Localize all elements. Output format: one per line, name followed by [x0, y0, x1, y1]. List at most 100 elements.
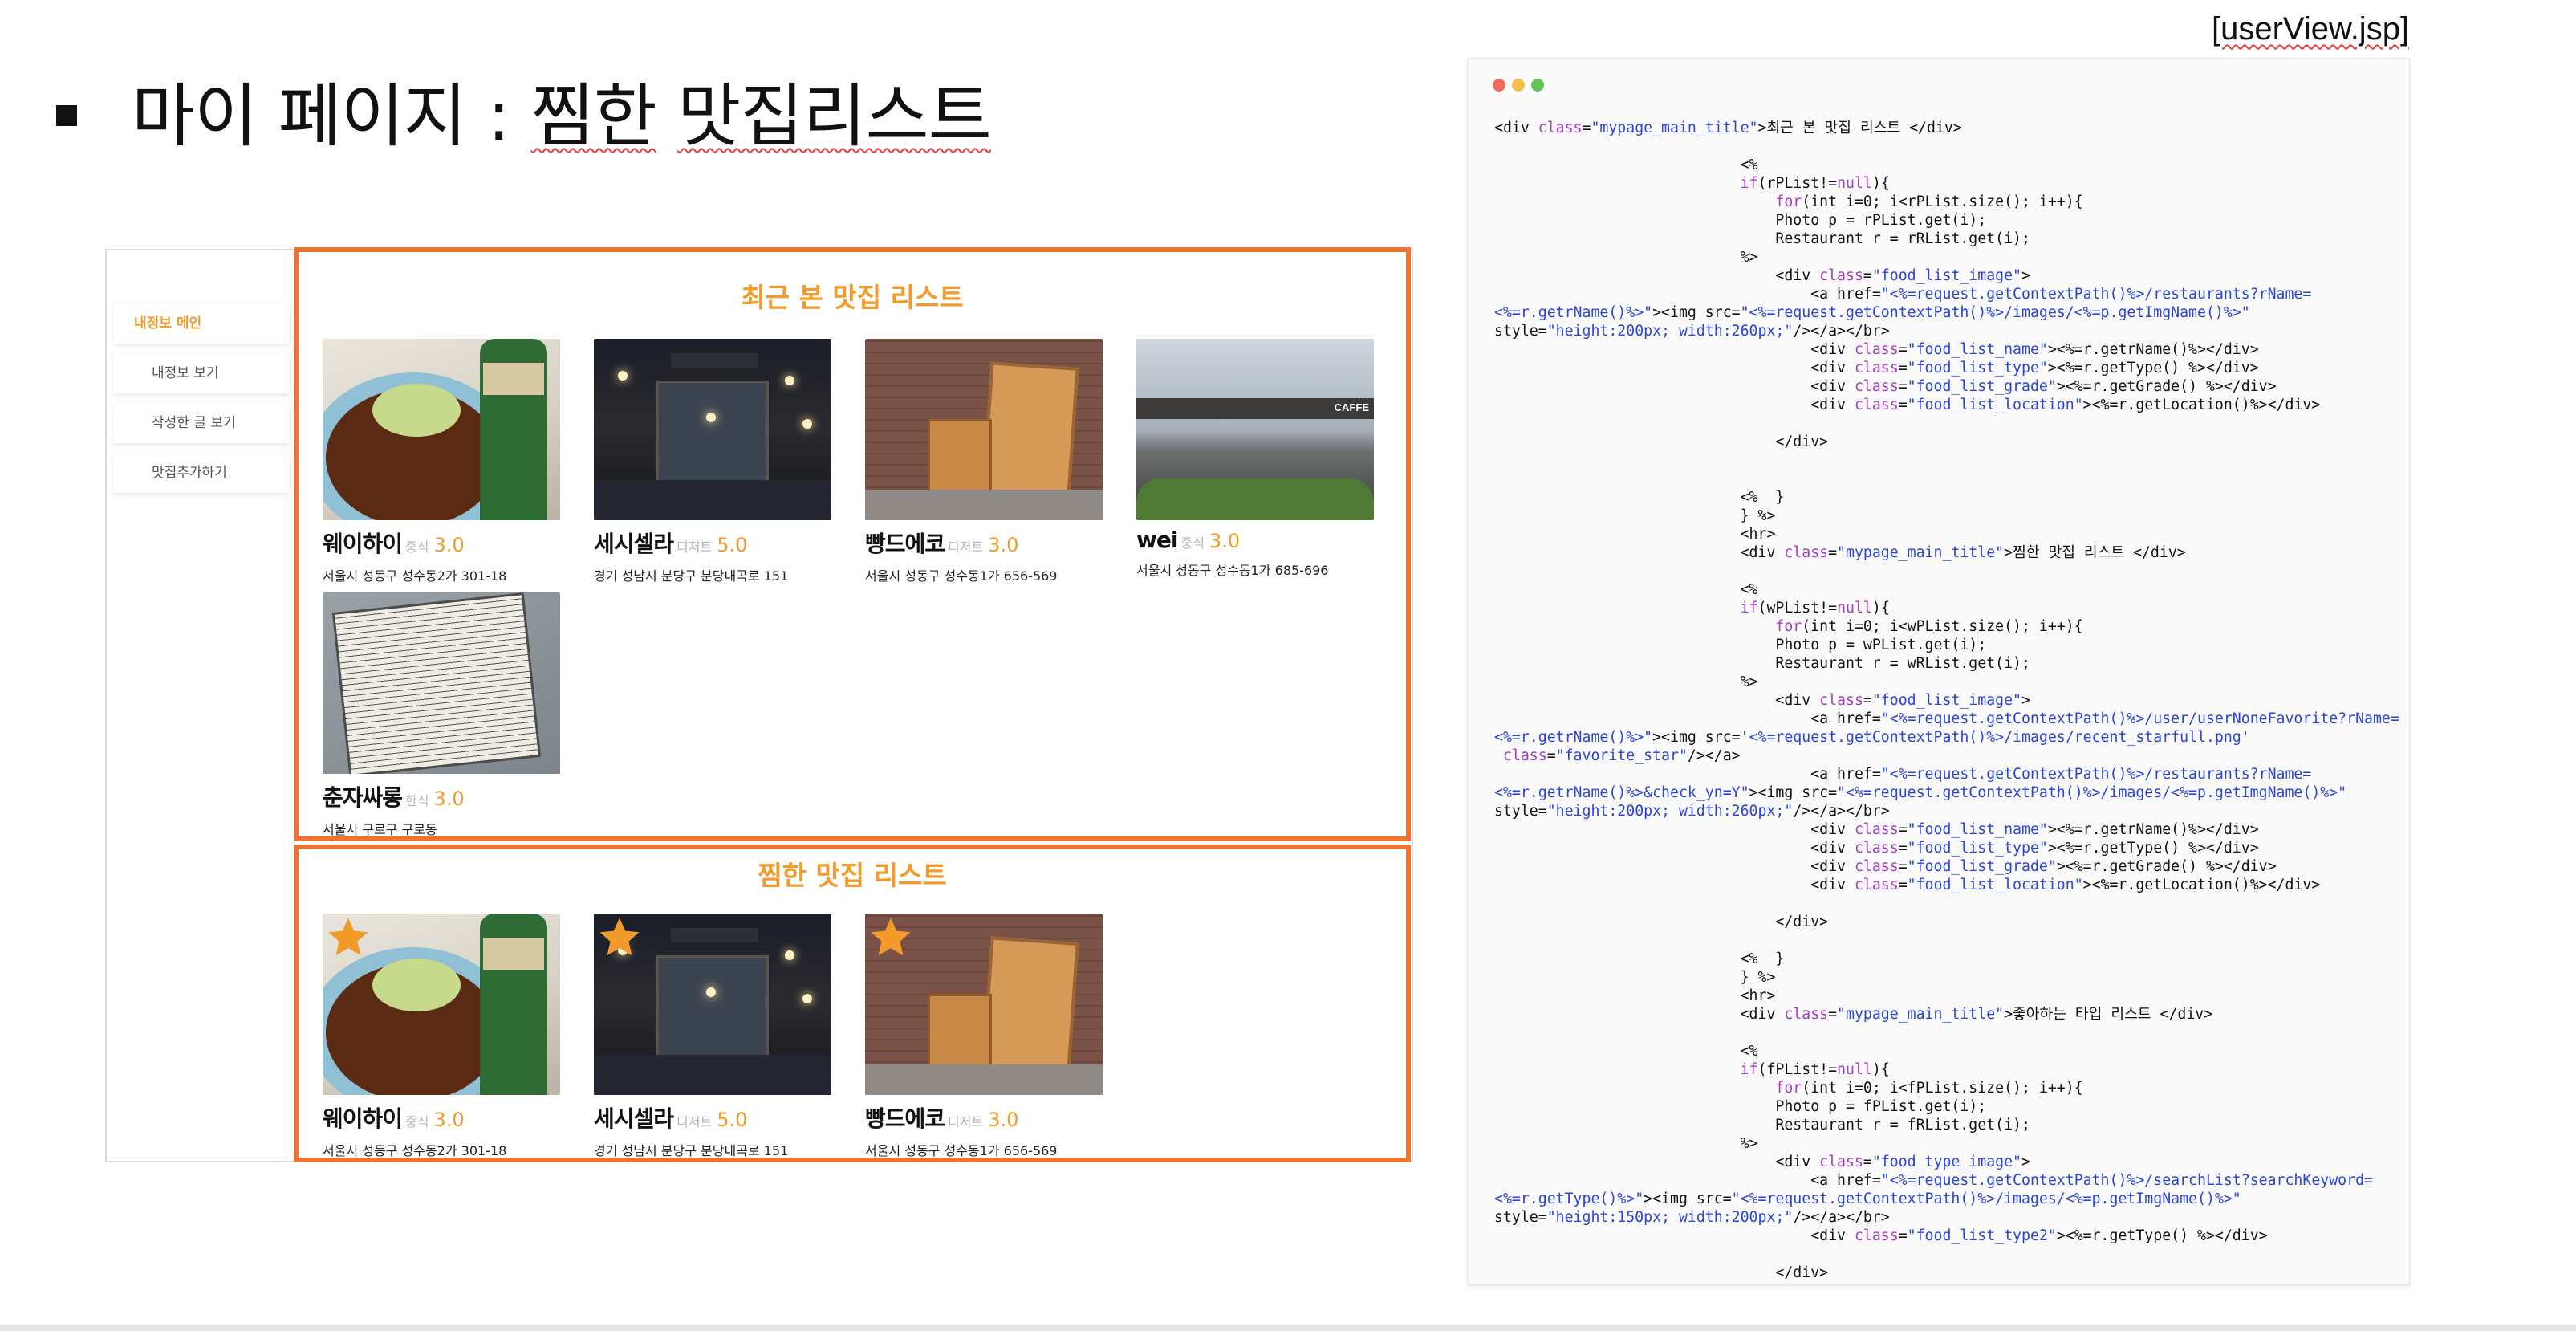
code-line: Restaurant r = wRList.get(i);: [1494, 655, 2030, 672]
restaurant-grade: 3.0: [433, 788, 465, 810]
recent-card-3[interactable]: 빵드에코 디저트 3.0 서울시 성동구 성수동1가 656-569: [865, 339, 1106, 584]
code-line: <a href="<%=request.getContextPath()%>/s…: [1494, 1172, 2373, 1189]
code-line: style="height:200px; width:260px;"/></a>…: [1494, 803, 1890, 820]
code-line: <div class="mypage_main_title">찜한 맛집 리스트…: [1494, 544, 2186, 561]
recent-card-2[interactable]: 세시셀라 디저트 5.0 경기 성남시 분당구 분당내곡로 151: [594, 339, 835, 584]
restaurant-location: 서울시 구로구 구로동: [323, 822, 437, 837]
minimize-dot-icon[interactable]: [1512, 79, 1525, 92]
window-controls: [1493, 79, 1550, 92]
bakery-photo[interactable]: [865, 339, 1103, 520]
slide-bottom-bar: [0, 1325, 2576, 1331]
restaurant-type: 한식: [405, 793, 429, 808]
code-line: <div class="mypage_main_title">좋아하는 타입 리…: [1494, 1006, 2213, 1023]
code-line: <div class="food_list_location"><%=r.get…: [1494, 877, 2321, 893]
code-line: %>: [1494, 249, 1758, 266]
restaurant-grade: 3.0: [988, 1109, 1019, 1131]
bar-photo[interactable]: [594, 339, 831, 520]
title-prefix: 마이 페이지 :: [132, 76, 531, 157]
menu-item-add-restaurant[interactable]: 맛집추가하기: [113, 453, 290, 493]
restaurant-location: 서울시 성동구 성수동1가 656-569: [865, 568, 1058, 584]
restaurant-location: 서울시 성동구 성수동2가 301-18: [323, 568, 507, 584]
code-line: <div class="food_list_grade"><%=r.getGra…: [1494, 378, 2277, 395]
restaurant-name: 빵드에코: [865, 531, 945, 557]
code-line: <div class="food_list_image">: [1494, 692, 2030, 709]
code-line: <% }: [1494, 950, 1785, 967]
zoom-dot-icon[interactable]: [1531, 79, 1544, 92]
restaurant-location: 경기 성남시 분당구 분당내곡로 151: [594, 568, 789, 584]
recent-card-1[interactable]: 웨이하이 중식 3.0 서울시 성동구 성수동2가 301-18: [323, 339, 563, 584]
code-line: </div>: [1494, 914, 1829, 930]
title-space: [656, 76, 677, 157]
food-photo[interactable]: [323, 914, 560, 1095]
code-line: <div class="food_list_type"><%=r.getType…: [1494, 840, 2259, 857]
menu-photo[interactable]: [323, 592, 560, 774]
restaurant-grade: 3.0: [1209, 530, 1241, 552]
recent-card-5[interactable]: 춘자싸롱 한식 3.0 서울시 구로구 구로동: [323, 592, 563, 838]
code-line: <hr>: [1494, 526, 1776, 543]
code-line: <%: [1494, 1043, 1758, 1060]
code-line: if(wPList!=null){: [1740, 600, 1890, 617]
recent-card-4[interactable]: CAFFE wei 중식 3.0 서울시 성동구 성수동1가 685-696: [1136, 339, 1377, 579]
menu-item-my-posts[interactable]: 작성한 글 보기: [113, 403, 290, 443]
code-line: <%=r.getrName()%>&check_yn=Y"><img src="…: [1494, 784, 2347, 801]
store-photo[interactable]: CAFFE: [1136, 339, 1374, 520]
code-line: style="height:150px; width:200px;"/></a>…: [1494, 1209, 1890, 1226]
slide-title-text: 마이 페이지 : 찜한 맛집리스트: [132, 59, 992, 160]
restaurant-type: 중식: [405, 539, 429, 555]
restaurant-type: 중식: [1180, 535, 1205, 551]
code-line: class="favorite_star"/></a>: [1502, 747, 1741, 764]
bar-photo[interactable]: [594, 914, 831, 1095]
restaurant-location: 서울시 성동구 성수동1가 656-569: [865, 1143, 1058, 1158]
favorite-restaurants-section: 찜한 맛집 리스트 웨이하이 중식 3.0 서울시 성동구 성수동2가 301-18…: [294, 845, 1411, 1162]
menu-item-view-my-info[interactable]: 내정보 보기: [113, 353, 290, 393]
code-line: style="height:200px; width:260px;"/></a>…: [1494, 323, 1890, 340]
restaurant-grade: 3.0: [433, 1109, 465, 1131]
code-line: <div class="food_list_location"><%=r.get…: [1494, 397, 2321, 413]
code-line: Photo p = rPList.get(i);: [1494, 212, 1987, 229]
bakery-photo[interactable]: [865, 914, 1103, 1095]
code-line: <%=r.getrName()%>"><img src="<%=request.…: [1494, 304, 2250, 321]
restaurant-grade: 3.0: [433, 534, 465, 556]
code-line: Restaurant r = rRList.get(i);: [1494, 230, 2030, 247]
bullet-square-icon: [56, 104, 77, 126]
code-line: <% }: [1494, 489, 1785, 506]
restaurant-location: 서울시 성동구 성수동2가 301-18: [323, 1143, 507, 1158]
favorite-star-icon[interactable]: [597, 915, 642, 960]
restaurant-name: wei: [1136, 527, 1178, 553]
code-line: <%=r.getType()%>"><img src="<%=request.g…: [1494, 1191, 2241, 1207]
code-line: %>: [1494, 674, 1758, 690]
favorite-star-icon[interactable]: [868, 915, 913, 960]
favorite-star-icon[interactable]: [326, 915, 371, 960]
favorite-card-1[interactable]: 웨이하이 중식 3.0 서울시 성동구 성수동2가 301-18: [323, 914, 563, 1159]
close-dot-icon[interactable]: [1493, 79, 1505, 92]
food-photo[interactable]: [323, 339, 560, 520]
restaurant-type: 디저트: [948, 539, 984, 555]
code-body: <div class="mypage_main_title">최근 본 맛집 리…: [1494, 119, 2401, 1282]
side-menu: 내정보 메인 내정보 보기 작성한 글 보기 맛집추가하기: [113, 303, 290, 503]
code-line: Photo p = fPList.get(i);: [1494, 1098, 1987, 1115]
title-word-1: 찜한: [530, 76, 657, 157]
restaurant-type: 디저트: [677, 1114, 713, 1130]
recent-restaurants-section: 최근 본 맛집 리스트 웨이하이 중식 3.0 서울시 성동구 성수동2가 301-…: [294, 247, 1411, 841]
favorite-card-3[interactable]: 빵드에코 디저트 3.0 서울시 성동구 성수동1가 656-569: [865, 914, 1106, 1159]
recent-section-title: 최근 본 맛집 리스트: [741, 282, 964, 313]
code-line: %>: [1494, 1135, 1758, 1152]
code-window: <div class="mypage_main_title">최근 본 맛집 리…: [1467, 58, 2411, 1286]
code-line: } %>: [1494, 969, 1776, 986]
code-line: </div>: [1494, 1264, 1829, 1281]
code-line: <div class="mypage_main_title">최근 본 맛집 리…: [1494, 120, 1962, 136]
menu-item-my-info-main[interactable]: 내정보 메인: [113, 303, 290, 344]
code-line: for(int i=0; i<fPList.size(); i++){: [1775, 1080, 2083, 1097]
code-line: <%=r.getrName()%>"><img src='<%=request.…: [1494, 729, 2250, 746]
favorite-card-2[interactable]: 세시셀라 디저트 5.0 경기 성남시 분당구 분당내곡로 151: [594, 914, 835, 1159]
code-line: for(int i=0; i<rPList.size(); i++){: [1775, 193, 2083, 210]
restaurant-name: 빵드에코: [865, 1105, 945, 1132]
code-line: <a href="<%=request.getContextPath()%>/r…: [1494, 286, 2312, 303]
